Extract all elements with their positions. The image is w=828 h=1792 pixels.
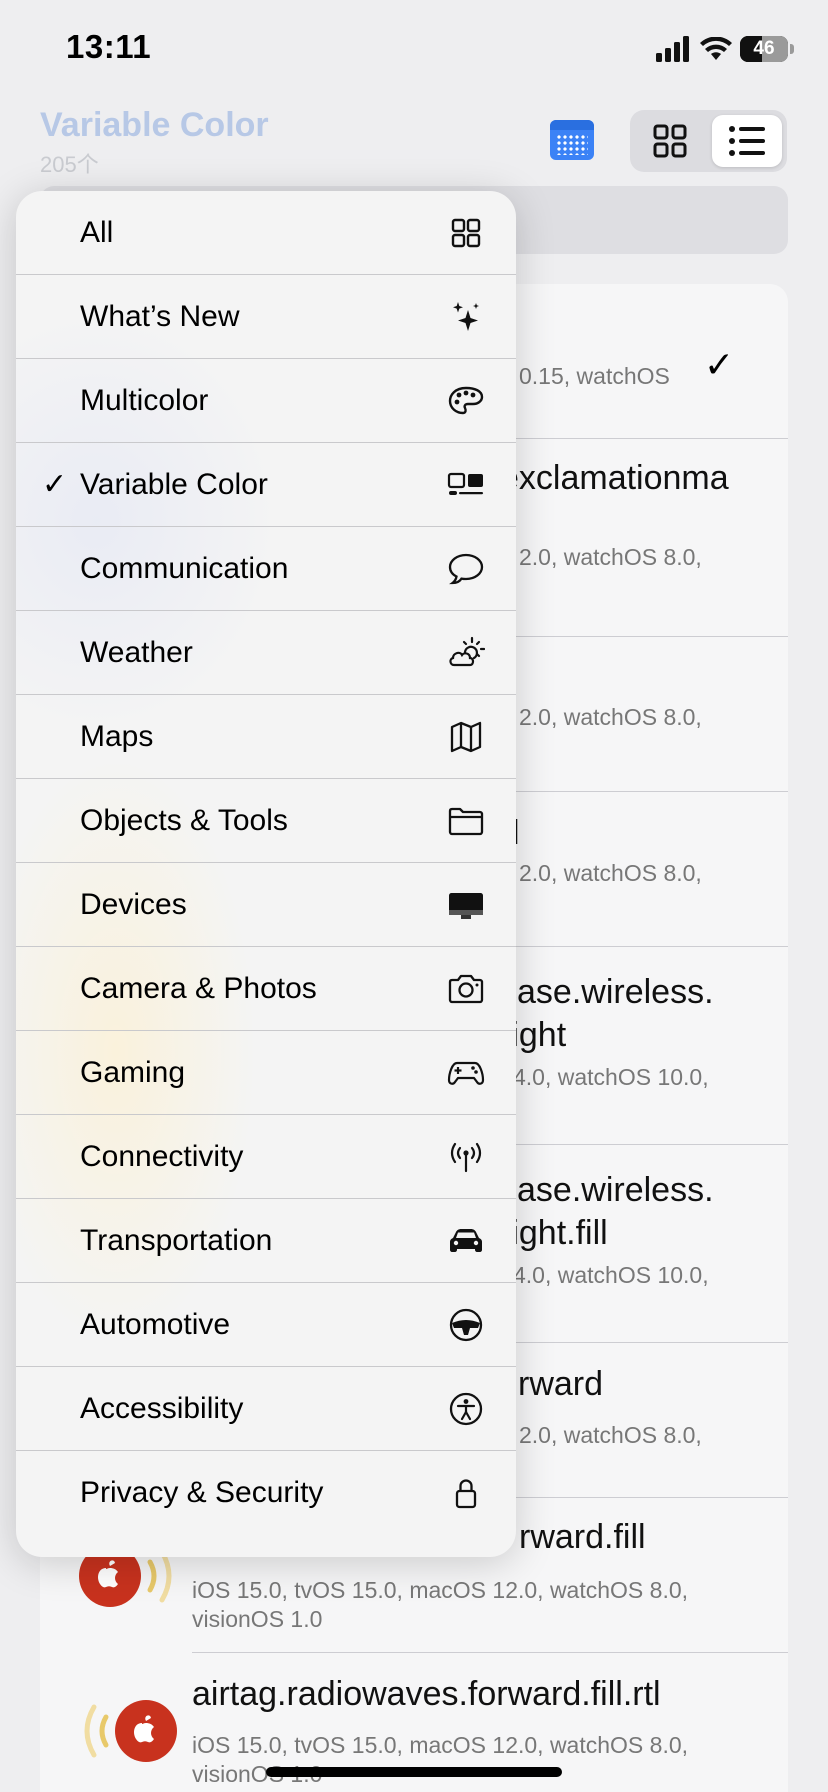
sparkles-icon	[446, 297, 486, 337]
airtag-radiowaves-forward-fill-rtl-icon	[84, 1700, 177, 1762]
row-name: rward.fill	[519, 1518, 646, 1556]
home-indicator	[266, 1767, 562, 1777]
accessibility-icon	[446, 1389, 486, 1429]
status-bar: 13:11 46	[0, 0, 828, 100]
battery-level: 46	[753, 38, 775, 59]
row-name: rward	[518, 1365, 604, 1403]
menu-item-maps[interactable]: Maps	[16, 695, 516, 779]
menu-item-label: Gaming	[80, 1056, 186, 1089]
menu-item-automotive[interactable]: Automotive	[16, 1283, 516, 1367]
row-name: exclamationma	[500, 459, 729, 497]
list-icon	[729, 126, 765, 156]
menu-item-label: Multicolor	[80, 384, 209, 417]
menu-item-transportation[interactable]: Transportation	[16, 1199, 516, 1283]
row-platforms: 2.0, watchOS 8.0,	[519, 860, 702, 886]
map-icon	[446, 717, 486, 757]
menu-item-multicolor[interactable]: Multicolor	[16, 359, 516, 443]
row-platforms: 4.0, watchOS 10.0,	[513, 1064, 709, 1090]
list-view-button[interactable]	[712, 115, 782, 167]
menu-item-accessibility[interactable]: Accessibility	[16, 1367, 516, 1451]
menu-item-label: Objects & Tools	[80, 804, 288, 837]
checkmark-icon: ✓	[704, 344, 735, 385]
menu-item-camera-photos[interactable]: Camera & Photos	[16, 947, 516, 1031]
battery-nub	[790, 44, 794, 54]
gamecontroller-icon	[446, 1053, 486, 1093]
menu-item-label: Connectivity	[80, 1140, 244, 1173]
menu-item-label: Communication	[80, 552, 289, 585]
message-bubble-icon	[446, 549, 486, 589]
menu-item-check: ✓	[42, 468, 68, 501]
menu-item-communication[interactable]: Communication	[16, 527, 516, 611]
lock-icon	[446, 1473, 486, 1513]
grid-icon	[446, 213, 486, 253]
menu-item-weather[interactable]: Weather	[16, 611, 516, 695]
row-platforms: 2.0, watchOS 8.0,	[519, 544, 702, 570]
cellular-signal-icon	[656, 36, 689, 62]
menu-item-label: Devices	[80, 888, 187, 921]
symbol-count: 205个	[40, 152, 99, 177]
status-icons: 46	[656, 36, 794, 62]
menu-item-label: Privacy & Security	[80, 1476, 324, 1509]
menu-item-variable-color[interactable]: ✓ Variable Color	[16, 443, 516, 527]
view-mode-switch[interactable]	[630, 110, 787, 172]
folder-icon	[446, 801, 486, 841]
menu-item-whats-new[interactable]: What’s New	[16, 275, 516, 359]
row-platforms: iOS 15.0, tvOS 15.0, macOS 12.0, watchOS…	[192, 1577, 689, 1603]
cloud-sun-icon	[446, 633, 486, 673]
menu-item-connectivity[interactable]: Connectivity	[16, 1115, 516, 1199]
antenna-radiowaves-icon	[446, 1137, 486, 1177]
row-platforms: 2.0, watchOS 8.0,	[519, 1422, 702, 1448]
menu-item-objects-tools[interactable]: Objects & Tools	[16, 779, 516, 863]
row-platforms: 0.15, watchOS	[519, 363, 670, 389]
menu-item-privacy-security[interactable]: Privacy & Security	[16, 1451, 516, 1535]
menu-item-label: Camera & Photos	[80, 972, 317, 1005]
row-platforms-line2: visionOS 1.0	[192, 1606, 323, 1632]
row-name: airtag.radiowaves.forward.fill.rtl	[192, 1675, 661, 1713]
steering-wheel-icon	[446, 1305, 486, 1345]
row-platforms: iOS 15.0, tvOS 15.0, macOS 12.0, watchOS…	[192, 1732, 689, 1758]
paintpalette-icon	[446, 381, 486, 421]
menu-item-label: Maps	[80, 720, 154, 753]
menu-item-devices[interactable]: Devices	[16, 863, 516, 947]
variable-color-icon	[446, 465, 486, 505]
menu-item-label: Automotive	[80, 1308, 231, 1341]
row-name: case.wireless.	[500, 1171, 714, 1209]
menu-item-label: Weather	[80, 636, 193, 669]
status-time: 13:11	[66, 28, 152, 65]
battery-icon: 46	[740, 36, 788, 62]
menu-item-label: Accessibility	[80, 1392, 244, 1425]
row-name-line2: right.fill	[500, 1214, 608, 1252]
camera-icon	[446, 969, 486, 1009]
menu-item-label: All	[80, 216, 114, 249]
menu-item-gaming[interactable]: Gaming	[16, 1031, 516, 1115]
menu-item-label: Variable Color	[80, 468, 268, 501]
calendar-icon	[556, 134, 588, 155]
menu-item-all[interactable]: All	[16, 191, 516, 275]
menu-item-label: What’s New	[80, 300, 240, 333]
wifi-icon	[700, 37, 732, 60]
calendar-filter-button[interactable]	[550, 120, 594, 160]
grid-view-button[interactable]	[635, 115, 705, 167]
grid-icon	[653, 124, 687, 158]
row-name: case.wireless.	[500, 973, 714, 1011]
page-title: Variable Color	[40, 106, 269, 144]
desktop-computer-icon	[446, 885, 486, 925]
row-platforms: 2.0, watchOS 8.0,	[519, 704, 702, 730]
row-platforms: 4.0, watchOS 10.0,	[513, 1262, 709, 1288]
category-menu: All What’s New Multicolor ✓ Variable Col…	[16, 191, 516, 1557]
menu-item-label: Transportation	[80, 1224, 273, 1257]
car-icon	[446, 1221, 486, 1261]
